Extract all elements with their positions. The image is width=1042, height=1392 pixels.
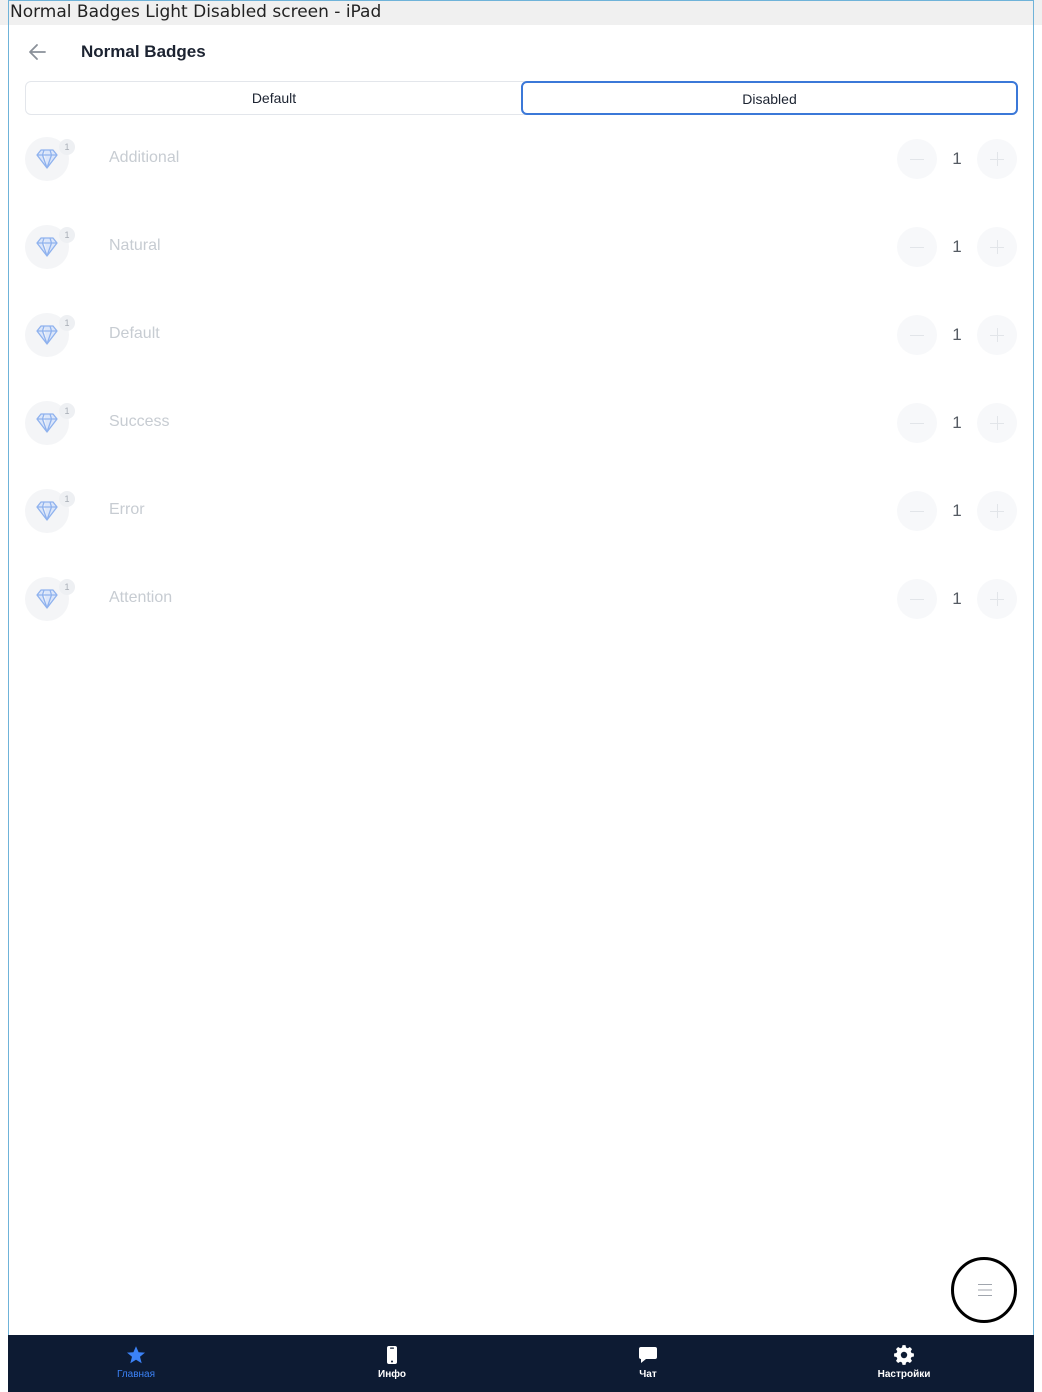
- page-title: Normal Badges: [81, 42, 206, 61]
- tab-bar: Главная Инфо Чат Настройки: [8, 1335, 1034, 1392]
- quantity-stepper: 1: [897, 313, 1017, 357]
- menu-fab-button[interactable]: [951, 1257, 1017, 1323]
- diamond-icon: [36, 413, 58, 433]
- tab-label: Чат: [639, 1369, 657, 1380]
- count-badge: 1: [59, 315, 75, 331]
- avatar: 1: [25, 489, 75, 533]
- diamond-icon: [36, 149, 58, 169]
- count-badge: 1: [59, 579, 75, 595]
- menu-lines-icon: [978, 1283, 992, 1297]
- chat-bubble-icon: [639, 1347, 657, 1363]
- stepper-value: 1: [952, 413, 962, 432]
- stepper-value: 1: [952, 501, 962, 520]
- segment-disabled[interactable]: Disabled: [521, 81, 1018, 115]
- tab-label: Инфо: [378, 1369, 406, 1380]
- avatar: 1: [25, 225, 75, 269]
- row-label: Default: [109, 325, 160, 342]
- list-item: 1 Additional 1: [25, 137, 1017, 183]
- stepper-value: 1: [952, 325, 962, 344]
- stepper-value: 1: [952, 589, 962, 608]
- quantity-stepper: 1: [897, 489, 1017, 533]
- avatar: 1: [25, 313, 75, 357]
- avatar: 1: [25, 577, 75, 621]
- tab-settings[interactable]: Настройки: [776, 1335, 1032, 1392]
- diamond-icon: [36, 589, 58, 609]
- tab-label: Главная: [116, 1369, 156, 1380]
- quantity-stepper: 1: [897, 225, 1017, 269]
- increment-button[interactable]: [977, 579, 1017, 619]
- stepper-value: 1: [952, 149, 962, 168]
- diamond-icon: [36, 325, 58, 345]
- decrement-button[interactable]: [897, 491, 937, 531]
- decrement-button[interactable]: [897, 579, 937, 619]
- stepper-value: 1: [952, 237, 962, 256]
- list-item: 1 Default 1: [25, 313, 1017, 359]
- back-button[interactable]: [25, 39, 51, 65]
- avatar: 1: [25, 401, 75, 445]
- count-badge: 1: [59, 403, 75, 419]
- gear-icon: [894, 1345, 914, 1365]
- count-badge: 1: [59, 227, 75, 243]
- list-item: 1 Natural 1: [25, 225, 1017, 271]
- row-label: Attention: [109, 589, 173, 606]
- phone-icon: [387, 1346, 397, 1364]
- increment-button[interactable]: [977, 403, 1017, 443]
- decrement-button[interactable]: [897, 227, 937, 267]
- increment-button[interactable]: [977, 491, 1017, 531]
- avatar: 1: [25, 137, 75, 181]
- quantity-stepper: 1: [897, 577, 1017, 621]
- tab-info[interactable]: Инфо: [264, 1335, 520, 1392]
- row-label: Natural: [109, 237, 161, 254]
- row-label: Success: [109, 413, 170, 430]
- decrement-button[interactable]: [897, 403, 937, 443]
- segmented-control: Default Disabled: [25, 81, 1018, 115]
- quantity-stepper: 1: [897, 401, 1017, 445]
- quantity-stepper: 1: [897, 137, 1017, 181]
- row-label: Error: [109, 501, 145, 518]
- increment-button[interactable]: [977, 315, 1017, 355]
- header: Normal Badges: [8, 25, 1034, 81]
- list-item: 1 Success 1: [25, 401, 1017, 447]
- count-badge: 1: [59, 139, 75, 155]
- device-frame: [8, 0, 1034, 1392]
- row-label: Additional: [109, 149, 180, 166]
- list-item: 1 Attention 1: [25, 577, 1017, 623]
- diamond-icon: [36, 237, 58, 257]
- decrement-button[interactable]: [897, 139, 937, 179]
- arrow-left-icon: [29, 44, 46, 60]
- increment-button[interactable]: [977, 227, 1017, 267]
- list-item: 1 Error 1: [25, 489, 1017, 535]
- increment-button[interactable]: [977, 139, 1017, 179]
- diamond-icon: [36, 501, 58, 521]
- star-icon: [127, 1346, 145, 1364]
- segment-default[interactable]: Default: [26, 82, 522, 114]
- tab-chat[interactable]: Чат: [520, 1335, 776, 1392]
- tab-home[interactable]: Главная: [8, 1335, 264, 1392]
- tab-label: Настройки: [877, 1369, 931, 1380]
- count-badge: 1: [59, 491, 75, 507]
- decrement-button[interactable]: [897, 315, 937, 355]
